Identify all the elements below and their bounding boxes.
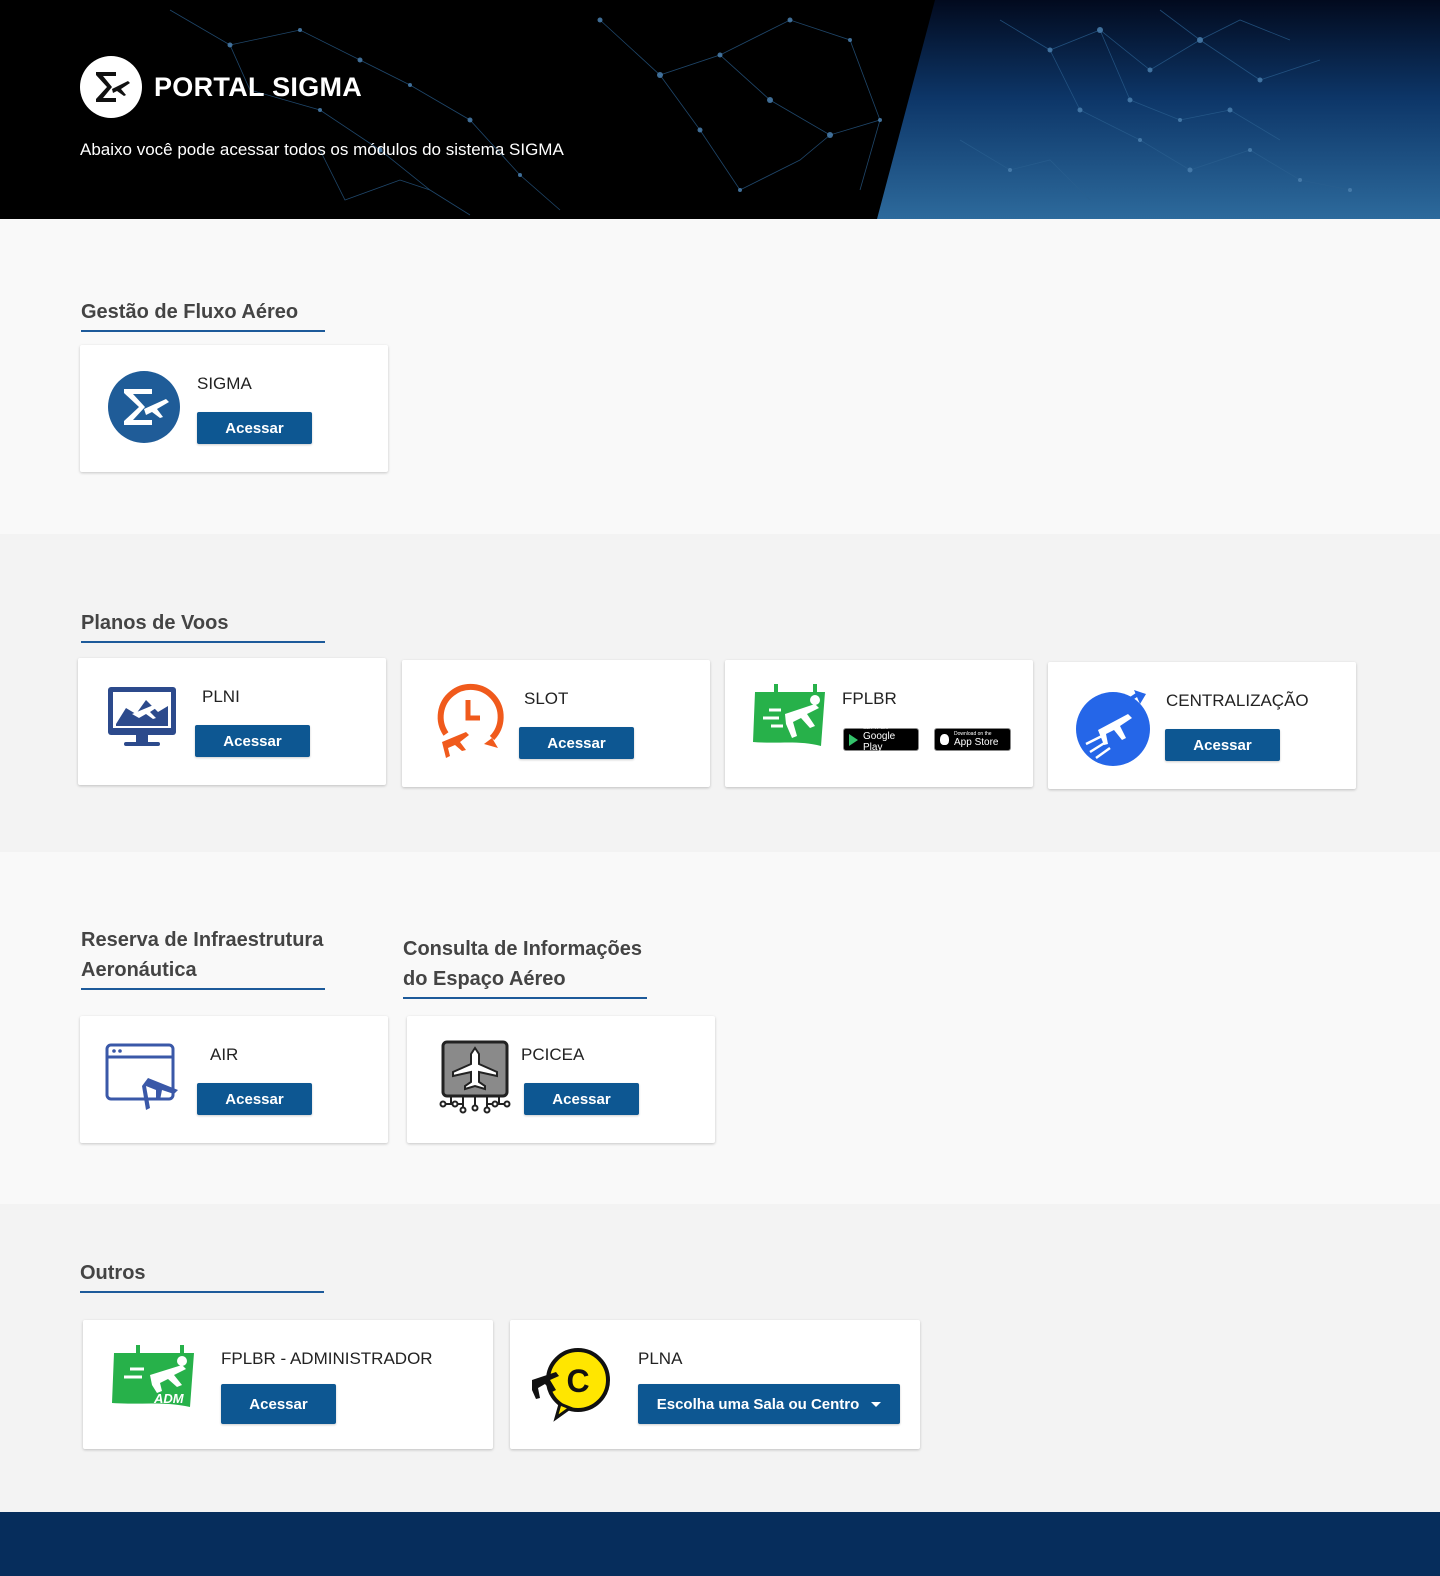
card-title: SIGMA <box>197 374 252 393</box>
sigma-logo-icon <box>108 371 180 443</box>
section-planos-voos: Planos de Voos PLNI Acessar SLOT Acessar… <box>0 534 1440 852</box>
chevron-down-icon <box>871 1401 882 1407</box>
footer <box>0 1512 1440 1576</box>
adm-badge-label: ADM <box>153 1391 185 1406</box>
section-reserva-consulta: Reserva de Infraestrutura Aeronáutica Co… <box>0 852 1440 1204</box>
app-store-label: App Store <box>954 736 999 748</box>
plna-badge-label: C <box>566 1363 589 1399</box>
circuit-plane-icon <box>439 1040 511 1114</box>
card-title: FPLBR - ADMINISTRADOR <box>221 1349 433 1368</box>
card-plna: C PLNA Escolha uma Sala ou Centro <box>510 1320 920 1449</box>
card-centralizacao: CENTRALIZAÇÃO Acessar <box>1048 662 1356 789</box>
access-plni-button[interactable]: Acessar <box>195 725 310 757</box>
section-title-reserva: Reserva de Infraestrutura Aeronáutica <box>81 925 325 990</box>
sigma-logo-icon <box>80 56 142 118</box>
card-plni: PLNI Acessar <box>78 658 386 785</box>
card-title: PCICEA <box>521 1045 585 1064</box>
monitor-plane-icon <box>106 684 178 750</box>
choose-room-dropdown[interactable]: Escolha uma Sala ou Centro <box>638 1384 900 1424</box>
clock-plane-icon <box>432 682 508 762</box>
app-store-badge[interactable]: Download on the App Store <box>934 728 1011 751</box>
card-pcicea: PCICEA Acessar <box>407 1016 715 1143</box>
access-air-button[interactable]: Acessar <box>197 1083 312 1115</box>
card-title: AIR <box>210 1045 239 1064</box>
card-title: FPLBR <box>842 689 897 708</box>
portal-title: PORTAL SIGMA <box>154 71 363 102</box>
access-centralizacao-button[interactable]: Acessar <box>1165 729 1280 761</box>
fplbr-adm-icon: ADM <box>108 1345 200 1409</box>
google-play-icon <box>849 733 858 746</box>
browser-plane-icon <box>104 1042 184 1112</box>
card-fplbr-admin: ADM FPLBR - ADMINISTRADOR Acessar <box>83 1320 493 1449</box>
section-title-consulta: Consulta de Informações do Espaço Aéreo <box>403 934 647 999</box>
card-title: PLNI <box>202 687 240 706</box>
plna-chat-icon: C <box>530 1346 614 1422</box>
access-slot-button[interactable]: Acessar <box>519 727 634 759</box>
section-title: Gestão de Fluxo Aéreo <box>81 297 325 332</box>
portal-subtitle: Abaixo você pode acessar todos os módulo… <box>80 140 564 159</box>
fplbr-icon <box>749 684 831 748</box>
card-sigma: SIGMA Acessar <box>80 345 388 472</box>
section-title: Planos de Voos <box>81 608 325 643</box>
access-fplbr-admin-button[interactable]: Acessar <box>221 1384 336 1424</box>
card-title: PLNA <box>638 1349 683 1368</box>
card-title: CENTRALIZAÇÃO <box>1166 691 1309 710</box>
section-gestao-fluxo: Gestão de Fluxo Aéreo SIGMA Acessar <box>0 219 1440 534</box>
access-sigma-button[interactable]: Acessar <box>197 412 312 444</box>
card-fplbr: FPLBR GET IT ON Google Play Download on … <box>725 660 1033 787</box>
card-title: SLOT <box>524 689 569 708</box>
google-play-badge[interactable]: GET IT ON Google Play <box>843 726 919 753</box>
centralizacao-icon <box>1076 688 1152 766</box>
card-air: AIR Acessar <box>80 1016 388 1143</box>
choose-room-label: Escolha uma Sala ou Centro <box>656 1395 860 1413</box>
section-title: Outros <box>80 1258 324 1293</box>
hero-banner: PORTAL SIGMA Abaixo você pode acessar to… <box>0 0 1440 219</box>
access-pcicea-button[interactable]: Acessar <box>524 1083 639 1115</box>
section-outros: Outros ADM FPLBR - ADMINISTRADOR Acessar… <box>0 1204 1440 1512</box>
app-store-small-label: Download on the <box>954 730 992 737</box>
google-play-label: Google Play <box>863 731 896 753</box>
apple-icon <box>940 734 949 745</box>
brand: PORTAL SIGMA <box>80 56 362 118</box>
card-slot: SLOT Acessar <box>402 660 710 787</box>
